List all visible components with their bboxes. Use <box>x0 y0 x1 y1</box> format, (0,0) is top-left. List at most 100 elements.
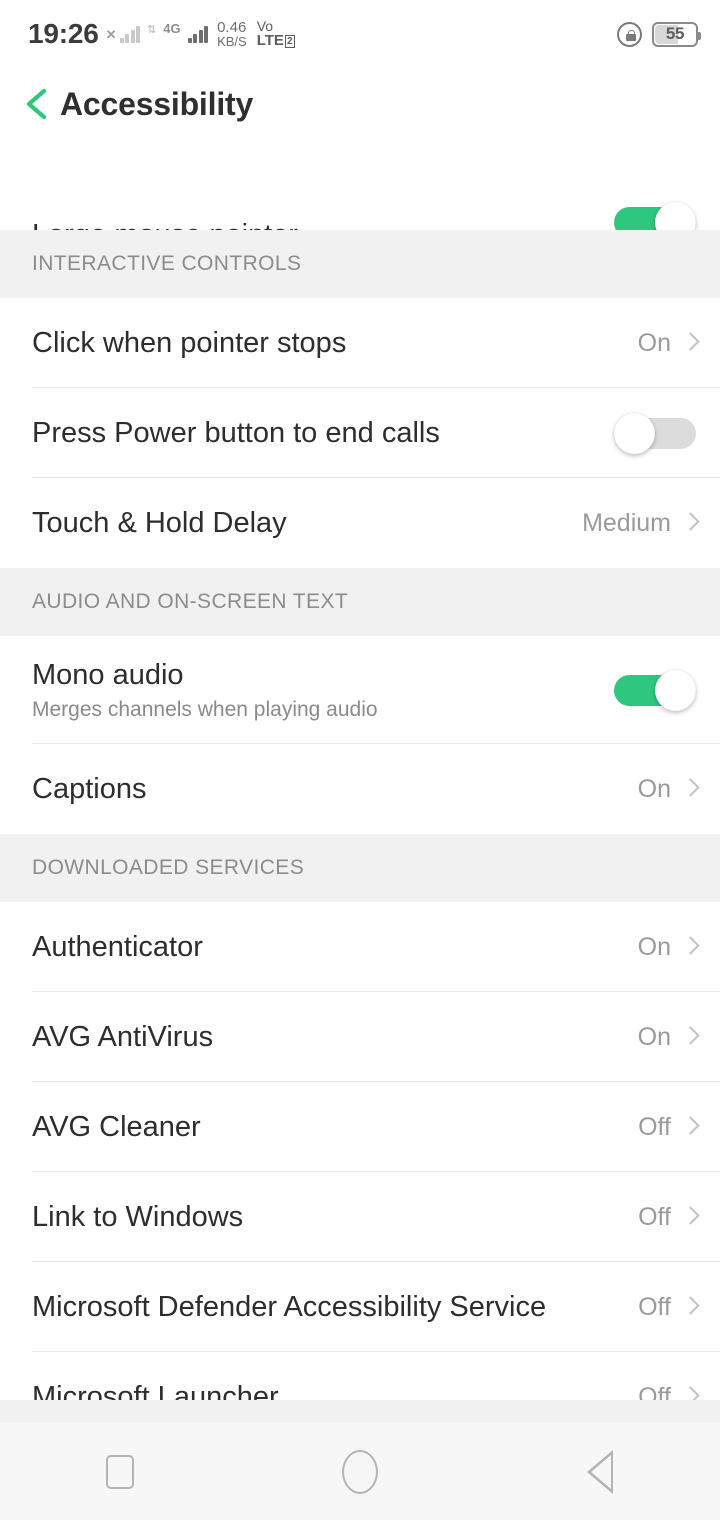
row-texts: AVG AntiVirus <box>32 1021 626 1053</box>
row-title: Microsoft Launcher <box>32 1380 279 1400</box>
toggle-mono-audio[interactable] <box>614 670 696 711</box>
row-title: Authenticator <box>32 930 203 963</box>
row-subtitle: Merges channels when playing audio <box>32 697 378 721</box>
row-title: Large mouse pointer <box>32 219 602 230</box>
signal-bars-sim2-icon <box>187 25 209 43</box>
row-right: Off <box>638 1293 696 1322</box>
rotation-lock-icon <box>617 21 642 47</box>
row-title: Mono audio <box>32 659 184 692</box>
row-value: Off <box>638 1382 671 1401</box>
row-texts: Touch & Hold Delay <box>32 507 570 539</box>
phone-screen: 19:26 ✕ ⇅ 4G 0.46 KB/S Vo LTE 2 55 Acces… <box>0 0 720 1520</box>
volte-sim-badge: 2 <box>284 34 295 48</box>
list-item-microsoft-defender-accessibility-service[interactable]: Microsoft Defender Accessibility Service… <box>0 1262 720 1352</box>
list-item-captions[interactable]: Captions On <box>0 744 720 834</box>
x-mute-icon: ✕ <box>105 27 117 43</box>
row-texts: Click when pointer stops <box>32 327 626 359</box>
toggle-press-power-button-to-end-calls[interactable] <box>614 413 696 454</box>
toggle-knob <box>655 202 696 230</box>
settings-list[interactable]: Large mouse pointer INTERACTIVE CONTROLS… <box>0 140 720 1400</box>
list-bottom-spacer <box>0 1400 720 1423</box>
nav-back-button[interactable] <box>480 1423 720 1520</box>
back-triangle-icon <box>587 1449 613 1494</box>
row-title: Touch & Hold Delay <box>32 506 287 539</box>
row-value: On <box>637 932 671 961</box>
list-item-link-to-windows[interactable]: Link to Windows Off <box>0 1172 720 1262</box>
home-circle-icon <box>342 1449 378 1494</box>
row-right <box>614 670 696 711</box>
section-header-downloaded-services: DOWNLOADED SERVICES <box>0 834 720 902</box>
network-type-label: 4G <box>163 21 181 37</box>
list-item-click-when-pointer-stops[interactable]: Click when pointer stops On <box>0 298 720 388</box>
section-header-audio-and-on-screen-text: AUDIO AND ON-SCREEN TEXT <box>0 568 720 636</box>
toggle-large-mouse-pointer[interactable] <box>614 202 696 230</box>
nav-recents-button[interactable] <box>0 1423 240 1520</box>
list-item-press-power-button-to-end-calls[interactable]: Press Power button to end calls <box>0 388 720 478</box>
chevron-right-icon <box>683 1206 696 1228</box>
row-title: Link to Windows <box>32 1200 244 1233</box>
row-title: Press Power button to end calls <box>32 416 440 449</box>
row-title: AVG Cleaner <box>32 1110 201 1143</box>
row-texts: Link to Windows <box>32 1201 626 1233</box>
data-rate-unit: KB/S <box>217 34 247 50</box>
data-transfer-icon: ⇅ <box>147 24 157 37</box>
row-title: Microsoft Defender Accessibility Service <box>32 1290 547 1323</box>
volte-indicator: Vo LTE 2 <box>257 19 295 49</box>
row-value: Off <box>638 1112 671 1141</box>
chevron-right-icon <box>683 1296 696 1318</box>
volte-lte-label: LTE <box>256 32 284 50</box>
app-header: Accessibility <box>0 68 720 140</box>
list-item-authenticator[interactable]: Authenticator On <box>0 902 720 992</box>
list-item-large-mouse-pointer[interactable]: Large mouse pointer <box>0 140 720 230</box>
row-right: Off <box>638 1383 696 1401</box>
signal-bars-sim1-icon <box>119 25 141 43</box>
row-value: On <box>637 328 671 357</box>
row-texts: Press Power button to end calls <box>32 417 602 449</box>
section-label: INTERACTIVE CONTROLS <box>32 252 302 275</box>
row-value: Off <box>638 1202 671 1231</box>
list-item-avg-antivirus[interactable]: AVG AntiVirus On <box>0 992 720 1082</box>
chevron-right-icon <box>683 778 696 800</box>
row-title: AVG AntiVirus <box>32 1020 214 1053</box>
row-right <box>614 413 696 454</box>
chevron-right-icon <box>683 1116 696 1138</box>
row-texts: Microsoft Defender Accessibility Service <box>32 1291 626 1323</box>
chevron-right-icon <box>683 512 696 534</box>
toggle-knob <box>655 670 696 711</box>
row-right: Off <box>638 1203 696 1232</box>
status-bar-right: 55 <box>617 21 701 47</box>
row-value: On <box>637 1022 671 1051</box>
volte-line1: Vo <box>256 18 274 35</box>
row-right: Medium <box>582 509 696 538</box>
row-right: On <box>638 775 696 804</box>
toggle-knob <box>614 413 655 454</box>
row-right: On <box>638 933 696 962</box>
nav-home-button[interactable] <box>240 1423 480 1520</box>
section-label: DOWNLOADED SERVICES <box>32 856 305 879</box>
list-item-mono-audio[interactable]: Mono audio Merges channels when playing … <box>0 636 720 744</box>
list-item-avg-cleaner[interactable]: AVG Cleaner Off <box>0 1082 720 1172</box>
system-navigation-bar <box>0 1423 720 1520</box>
back-chevron-icon[interactable] <box>22 87 52 121</box>
row-title: Click when pointer stops <box>32 326 347 359</box>
data-rate-value: 0.46 <box>217 18 247 36</box>
row-right: On <box>638 1023 696 1052</box>
data-rate: 0.46 KB/S <box>217 18 247 50</box>
recents-square-icon <box>106 1454 134 1489</box>
row-title: Captions <box>32 772 147 805</box>
row-texts: Mono audio Merges channels when playing … <box>32 659 602 721</box>
chevron-right-icon <box>683 1026 696 1048</box>
chevron-right-icon <box>683 1386 696 1400</box>
row-texts: Captions <box>32 773 626 805</box>
row-texts: AVG Cleaner <box>32 1111 626 1143</box>
row-texts: Authenticator <box>32 931 626 963</box>
status-clock: 19:26 <box>28 18 99 49</box>
status-bar-left: 19:26 ✕ ⇅ 4G 0.46 KB/S Vo LTE 2 <box>28 19 295 49</box>
section-header-interactive-controls: INTERACTIVE CONTROLS <box>0 230 720 298</box>
row-value: On <box>637 774 671 803</box>
list-item-microsoft-launcher[interactable]: Microsoft Launcher Off <box>0 1352 720 1400</box>
chevron-right-icon <box>683 936 696 958</box>
row-right <box>614 190 696 230</box>
battery-percent-label: 55 <box>665 24 685 43</box>
list-item-touch-and-hold-delay[interactable]: Touch & Hold Delay Medium <box>0 478 720 568</box>
